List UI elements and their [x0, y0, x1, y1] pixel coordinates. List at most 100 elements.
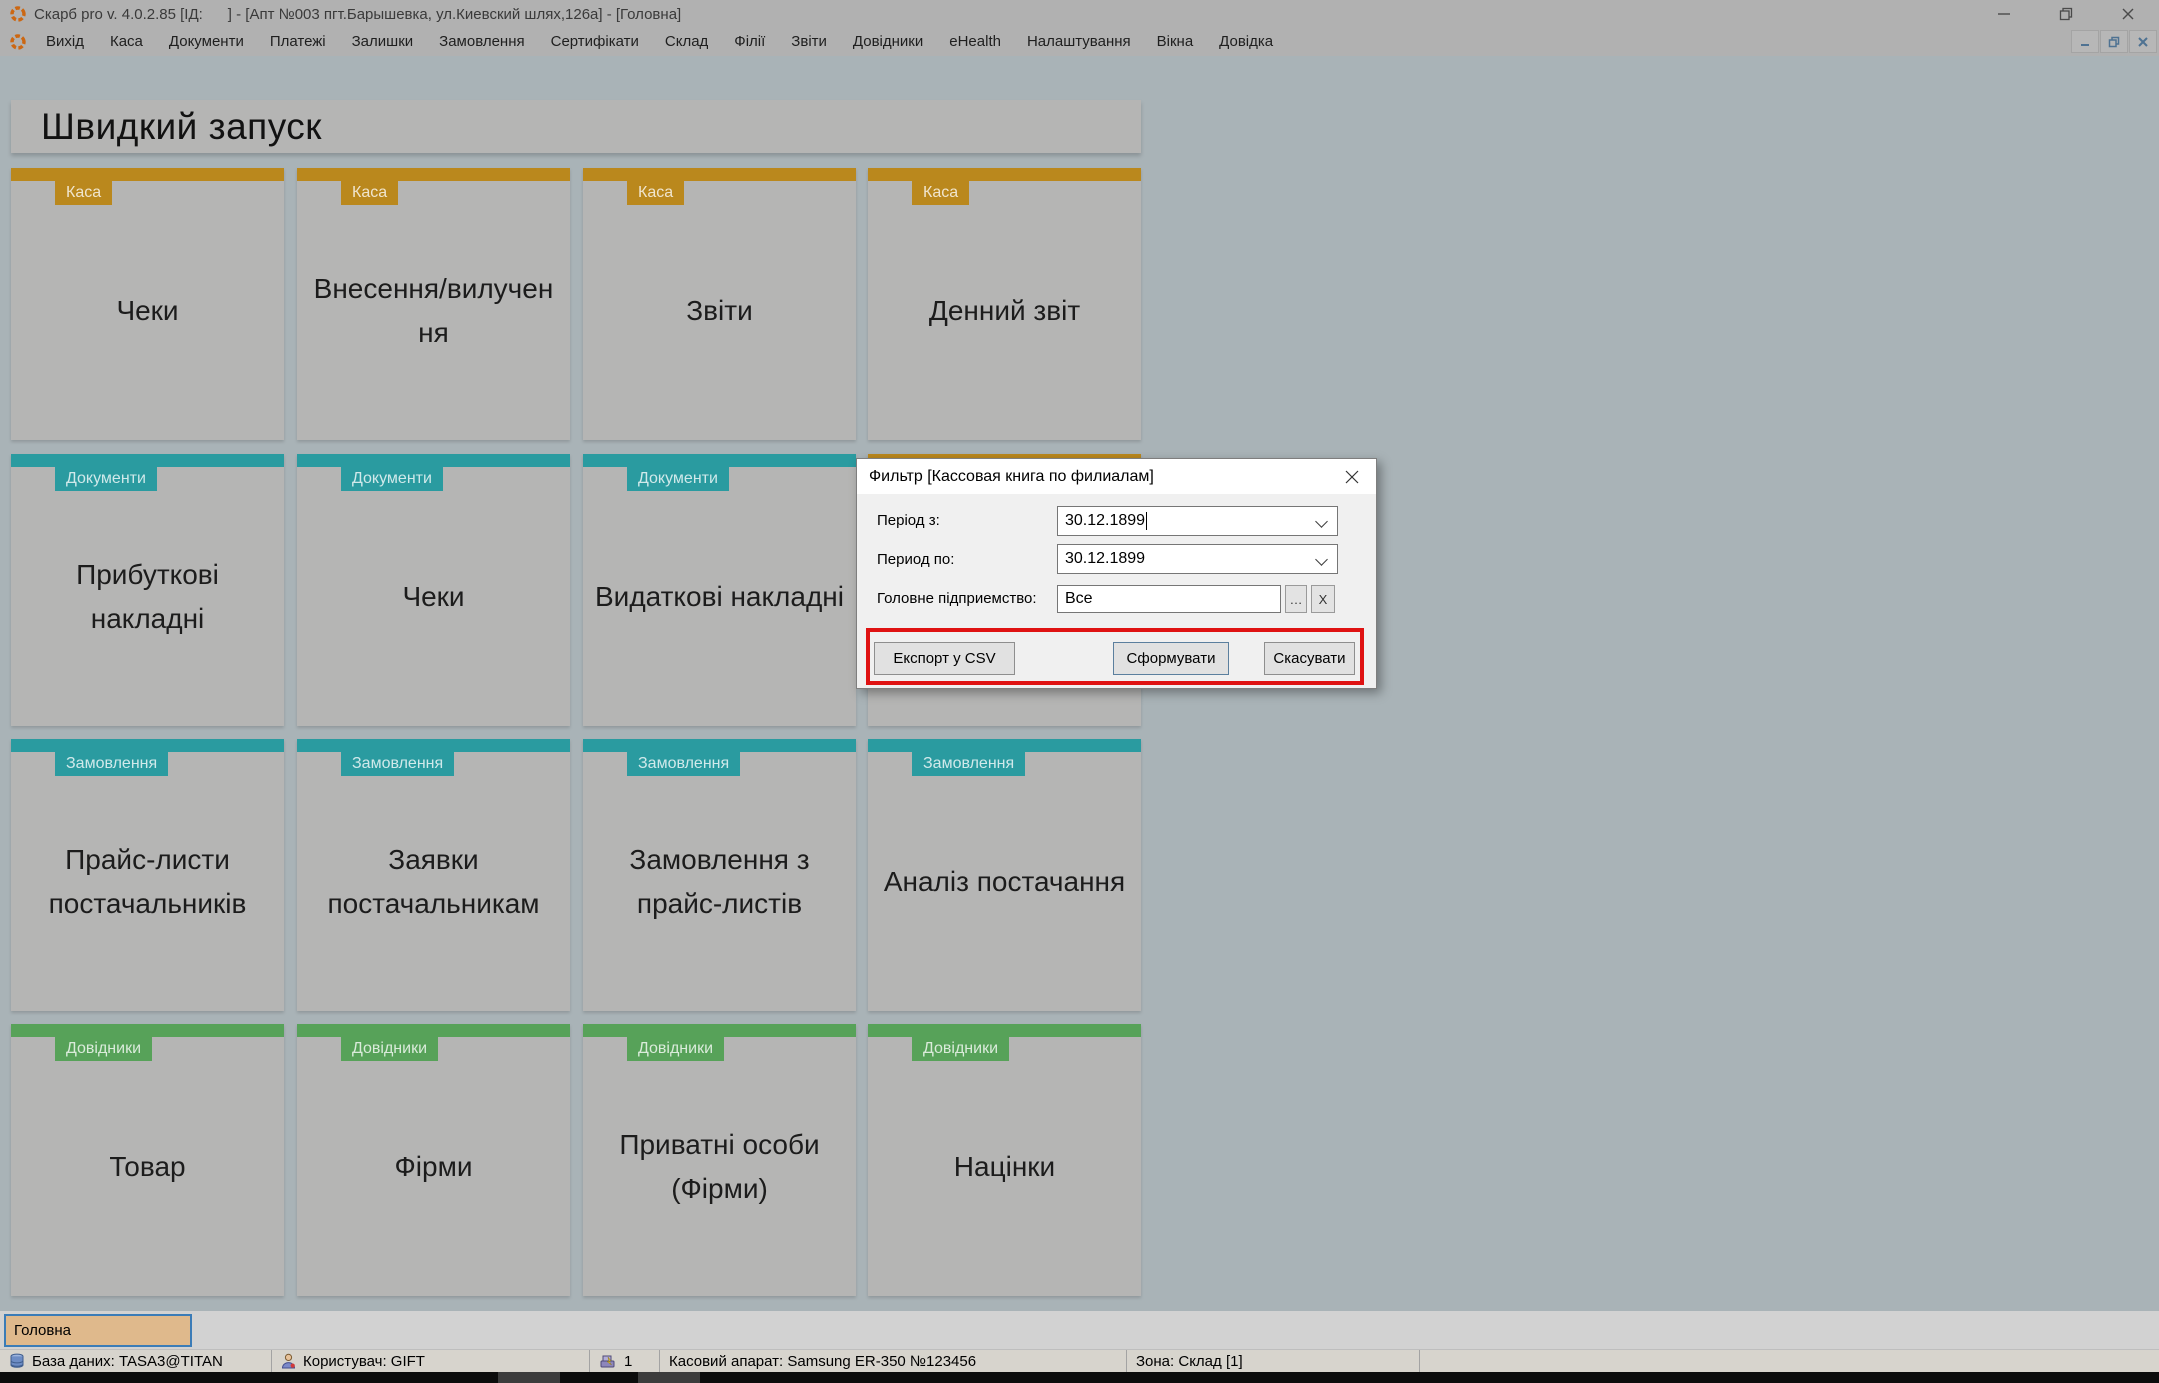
mdi-client-area: Швидкий запуск Каса Чеки Каса Внесення/вилу…	[0, 56, 2159, 1311]
status-section-1: Користувач: GIFT	[272, 1350, 590, 1372]
menu-item-10[interactable]: Довідники	[840, 28, 936, 56]
quick-launch-tile-11[interactable]: Замовлення Аналіз постачання	[868, 739, 1141, 1011]
status-section-5	[1420, 1350, 2159, 1372]
tile-label: Фірми	[394, 1150, 473, 1182]
bottom-tab-bar: Головна	[0, 1311, 2159, 1349]
menu-item-2[interactable]: Документи	[156, 28, 257, 56]
lookup-ellipsis-button[interactable]: …	[1285, 585, 1307, 613]
quick-launch-tile-8[interactable]: Замовлення Прайс-листи постачальників	[11, 739, 284, 1011]
export-csv-button[interactable]: Експорт у CSV	[874, 642, 1015, 675]
tile-label: Товар	[109, 1150, 186, 1182]
minimize-icon[interactable]	[1973, 0, 2035, 28]
mdi-restore-icon[interactable]	[2100, 30, 2128, 53]
tile-label: Звіти	[686, 294, 753, 326]
app-logo-icon	[9, 5, 27, 23]
period-to-label: Период по:	[877, 551, 955, 568]
menu-item-1[interactable]: Каса	[97, 28, 156, 56]
close-icon[interactable]	[2097, 0, 2159, 28]
tile-label: Денний звіт	[928, 294, 1081, 326]
tile-category-strip	[583, 168, 856, 181]
app-window: Скарб pro v. 4.0.2.85 [ІД: ] - [Апт №003…	[0, 0, 2159, 1383]
period-to-value: 30.12.1899	[1065, 550, 1146, 567]
quick-launch-tile-12[interactable]: Довідники Товар	[11, 1024, 284, 1296]
menu-item-5[interactable]: Замовлення	[426, 28, 537, 56]
quick-launch-tile-6[interactable]: Документи Видаткові накладні	[583, 454, 856, 726]
mdi-minimize-icon[interactable]	[2071, 30, 2099, 53]
tile-category-strip	[583, 739, 856, 752]
mdi-window-controls	[2070, 30, 2157, 54]
clear-x-button[interactable]: X	[1311, 585, 1335, 613]
quick-launch-tile-10[interactable]: Замовлення Замовлення з прайс-листів	[583, 739, 856, 1011]
status-section-3: Касовий апарат: Samsung ER-350 №123456	[660, 1350, 1127, 1372]
tile-label: Прайс-листи постачальників	[48, 844, 247, 919]
menu-item-9[interactable]: Звіти	[778, 28, 840, 56]
period-from-label: Період з:	[877, 512, 940, 529]
menu-item-0[interactable]: Вихід	[33, 28, 97, 56]
tile-category-strip	[297, 739, 570, 752]
tile-category-strip	[297, 168, 570, 181]
cash-register-icon	[599, 1353, 617, 1369]
tile-category-strip	[583, 1024, 856, 1037]
text-caret	[1146, 512, 1148, 530]
menu-item-12[interactable]: Налаштування	[1014, 28, 1144, 56]
quick-launch-tile-3[interactable]: Каса Денний звіт	[868, 168, 1141, 440]
menu-item-4[interactable]: Залишки	[339, 28, 427, 56]
menu-item-8[interactable]: Філії	[721, 28, 778, 56]
status-text: Касовий апарат: Samsung ER-350 №123456	[669, 1352, 977, 1370]
quick-launch-tile-4[interactable]: Документи Прибуткові накладні	[11, 454, 284, 726]
dialog-titlebar[interactable]: Фильтр [Кассовая книга по филиалам]	[857, 459, 1376, 494]
status-text: Користувач: GIFT	[303, 1352, 425, 1370]
quick-launch-tile-9[interactable]: Замовлення Заявки постачальникам	[297, 739, 570, 1011]
quick-launch-tile-0[interactable]: Каса Чеки	[11, 168, 284, 440]
taskbar-strip	[0, 1372, 2159, 1383]
status-text: Зона: Склад [1]	[1136, 1352, 1243, 1370]
quick-launch-tile-5[interactable]: Документи Чеки	[297, 454, 570, 726]
quick-launch-tile-14[interactable]: Довідники Приватні особи (Фірми)	[583, 1024, 856, 1296]
tile-category-strip	[11, 1024, 284, 1037]
menu-item-7[interactable]: Склад	[652, 28, 721, 56]
main-enterprise-value: Все	[1065, 590, 1093, 607]
quick-launch-tile-13[interactable]: Довідники Фірми	[297, 1024, 570, 1296]
menu-item-14[interactable]: Довідка	[1206, 28, 1286, 56]
tile-category-strip	[868, 1024, 1141, 1037]
mdi-close-icon[interactable]	[2129, 30, 2157, 53]
tile-label: Приватні особи (Фірми)	[619, 1129, 820, 1204]
main-enterprise-field[interactable]: Все	[1057, 585, 1281, 613]
menu-item-11[interactable]: eHealth	[936, 28, 1014, 56]
tile-label: Чеки	[402, 580, 465, 612]
tile-category-strip	[583, 454, 856, 467]
restore-icon[interactable]	[2035, 0, 2097, 28]
menu-item-13[interactable]: Вікна	[1144, 28, 1207, 56]
cancel-button[interactable]: Скасувати	[1264, 642, 1355, 675]
dialog-close-icon[interactable]	[1342, 467, 1362, 487]
window-title: Скарб pro v. 4.0.2.85 [ІД: ] - [Апт №003…	[34, 5, 682, 23]
generate-button[interactable]: Сформувати	[1113, 642, 1229, 675]
quick-launch-title: Швидкий запуск	[41, 105, 322, 147]
menu-items: Вихід Каса Документи Платежі Залишки Замовлен…	[33, 28, 1286, 56]
period-to-combobox[interactable]: 30.12.1899	[1057, 544, 1338, 574]
tab-holovna[interactable]: Головна	[4, 1314, 192, 1347]
status-section-4: Зона: Склад [1]	[1127, 1350, 1420, 1372]
quick-launch-tile-2[interactable]: Каса Звіти	[583, 168, 856, 440]
period-from-combobox[interactable]: 30.12.1899	[1057, 506, 1338, 536]
status-text: База даних: TASA3@TITAN	[32, 1352, 223, 1370]
quick-launch-tile-15[interactable]: Довідники Націнки	[868, 1024, 1141, 1296]
tile-category-strip	[11, 168, 284, 181]
chevron-down-icon[interactable]	[1315, 515, 1328, 528]
quick-launch-tile-1[interactable]: Каса Внесення/вилучен ня	[297, 168, 570, 440]
tile-label: Видаткові накладні	[595, 580, 844, 612]
menu-item-3[interactable]: Платежі	[257, 28, 339, 56]
tile-label: Замовлення з прайс-листів	[629, 844, 810, 919]
tile-label: Аналіз постачання	[883, 865, 1126, 897]
main-enterprise-label: Головне підприемство:	[877, 590, 1037, 607]
menu-item-6[interactable]: Сертифікати	[538, 28, 652, 56]
tile-label: Заявки постачальникам	[327, 844, 540, 919]
tile-label: Прибуткові накладні	[76, 559, 219, 634]
taskbar-segment	[638, 1372, 700, 1383]
dialog-title: Фильтр [Кассовая книга по филиалам]	[869, 467, 1154, 485]
quick-launch-header: Швидкий запуск	[11, 100, 1141, 153]
user-icon	[281, 1353, 296, 1369]
taskbar-segment	[498, 1372, 560, 1383]
chevron-down-icon[interactable]	[1315, 553, 1328, 566]
status-section-2: 1	[590, 1350, 660, 1372]
